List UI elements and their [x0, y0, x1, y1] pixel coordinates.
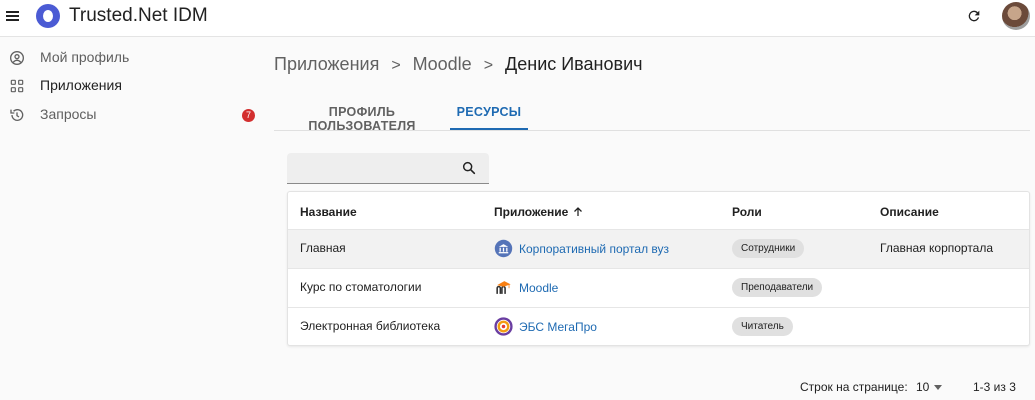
breadcrumb-separator: >	[391, 57, 401, 74]
sidebar-item-label: Запросы	[40, 106, 97, 122]
table-row[interactable]: Курс по стоматологии Moodle Преподавател…	[288, 268, 1029, 307]
apps-grid-icon	[10, 79, 24, 93]
breadcrumb-item-current: Денис Иванович	[505, 54, 643, 74]
search-field	[287, 153, 489, 184]
arrow-up-sort-icon	[574, 207, 583, 216]
sidebar-item-requests[interactable]: Запросы 7	[0, 101, 265, 129]
table-row[interactable]: Главная Корпоративный портал вуз Сотрудн…	[288, 229, 1029, 268]
cell-name: Курс по стоматологии	[300, 280, 422, 294]
refresh-icon[interactable]	[966, 8, 982, 24]
sidebar-item-label: Мой профиль	[40, 49, 130, 65]
rows-per-page-value: 10	[916, 380, 930, 394]
app-name: Корпоративный портал вуз	[519, 242, 670, 256]
table-row[interactable]: Электронная библиотека ЭБС МегаПро Читат…	[288, 307, 1029, 346]
column-header-name[interactable]: Название	[300, 205, 357, 219]
tab-user-profile[interactable]: ПРОФИЛЬ ПОЛЬЗОВАТЕЛЯ	[274, 93, 450, 133]
moodle-logo-icon	[496, 281, 511, 294]
search-icon[interactable]	[461, 160, 477, 176]
tabs: ПРОФИЛЬ ПОЛЬЗОВАТЕЛЯ РЕСУРСЫ	[274, 93, 1030, 133]
app-title: Trusted.Net IDM	[69, 5, 208, 26]
column-header-roles[interactable]: Роли	[732, 205, 762, 219]
resources-table: Название Приложение Роли Описание Главна…	[287, 191, 1030, 346]
role-chip: Читатель	[732, 317, 793, 336]
column-header-app[interactable]: Приложение	[494, 205, 584, 219]
app-logo	[36, 4, 60, 28]
cell-name: Электронная библиотека	[300, 319, 441, 333]
search-input[interactable]	[295, 159, 455, 179]
column-header-description[interactable]: Описание	[880, 205, 939, 219]
column-header-label: Приложение	[494, 205, 569, 219]
breadcrumb-item-apps[interactable]: Приложения	[274, 54, 379, 75]
menu-icon[interactable]	[5, 8, 21, 24]
tab-resources[interactable]: РЕСУРСЫ	[450, 93, 528, 131]
rows-per-page-select[interactable]: 10	[916, 378, 946, 396]
breadcrumb-item-moodle[interactable]: Moodle	[413, 54, 472, 75]
notification-badge: 7	[242, 109, 255, 122]
account-circle-icon	[10, 51, 24, 65]
user-avatar[interactable]	[1002, 2, 1030, 30]
breadcrumb: Приложения > Moodle > Денис Иванович	[274, 54, 643, 75]
cell-description: Главная корпортала	[880, 241, 994, 255]
cell-name: Главная	[300, 241, 346, 255]
rows-per-page-label: Строк на странице:	[800, 380, 908, 394]
university-building-icon	[494, 239, 513, 258]
pagination-range: 1-3 из 3	[973, 380, 1016, 394]
top-app-bar: Trusted.Net IDM	[0, 0, 1035, 37]
role-chip: Преподаватели	[732, 278, 823, 297]
breadcrumb-separator: >	[483, 57, 494, 74]
role-chip: Сотрудники	[732, 239, 805, 258]
history-icon	[10, 109, 24, 121]
sidebar-item-apps[interactable]: Приложения	[0, 72, 265, 100]
sidebar-item-label: Приложения	[40, 77, 122, 93]
active-tab-indicator	[450, 128, 528, 130]
app-name: ЭБС МегаПро	[519, 320, 597, 334]
dropdown-arrow-icon	[934, 385, 942, 390]
app-name: Moodle	[519, 281, 559, 295]
sidebar-item-my-profile[interactable]: Мой профиль	[0, 44, 265, 72]
megapro-logo-icon	[494, 317, 513, 336]
